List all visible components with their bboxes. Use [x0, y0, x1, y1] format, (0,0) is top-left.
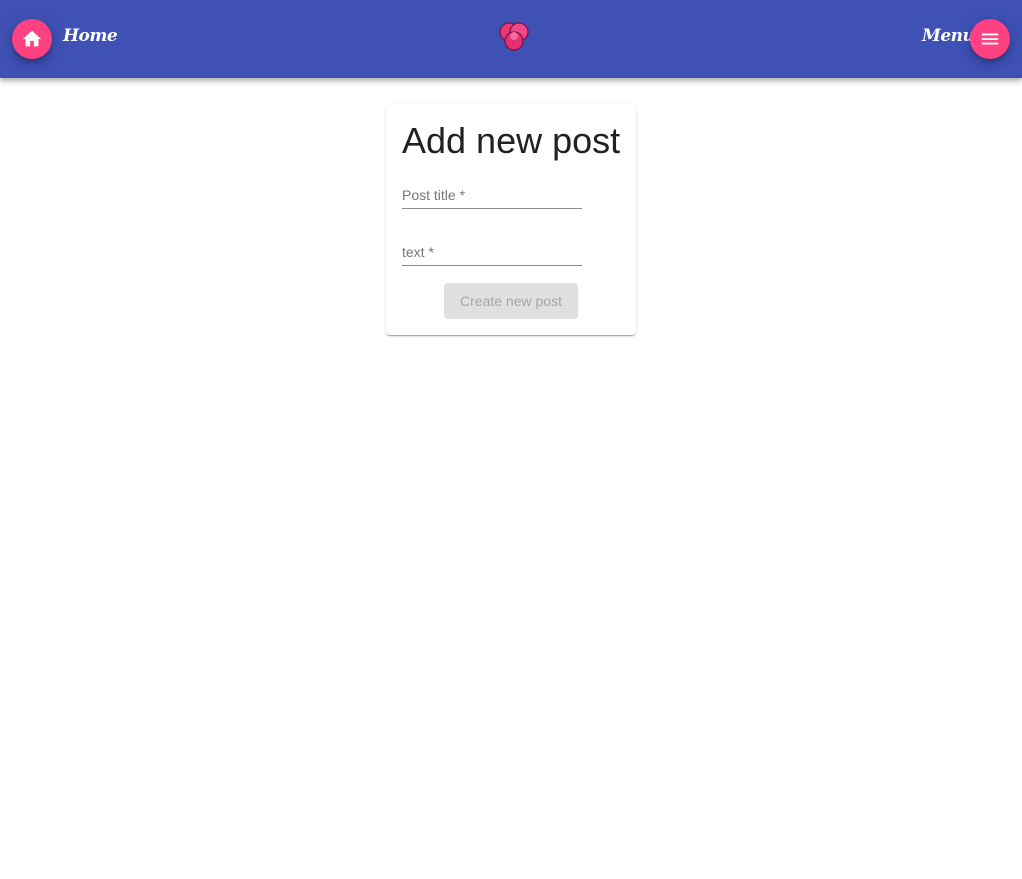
- home-link[interactable]: Home: [63, 26, 118, 46]
- post-title-input[interactable]: [402, 186, 582, 206]
- menu-link[interactable]: Menu: [922, 26, 975, 46]
- hamburger-menu-icon: [981, 33, 999, 45]
- menu-button[interactable]: [970, 19, 1010, 59]
- post-title-field[interactable]: Post title *: [402, 178, 582, 209]
- home-button[interactable]: [12, 19, 52, 59]
- create-post-button[interactable]: Create new post: [444, 283, 578, 319]
- logo-icon: [499, 22, 529, 51]
- app-bar: Home Menu: [0, 0, 1022, 78]
- text-input[interactable]: [402, 243, 582, 263]
- text-field[interactable]: text *: [402, 235, 582, 266]
- page-title: Add new post: [402, 120, 621, 161]
- home-icon: [22, 30, 42, 47]
- add-post-card: Add new post Post title * text * Create …: [386, 104, 636, 335]
